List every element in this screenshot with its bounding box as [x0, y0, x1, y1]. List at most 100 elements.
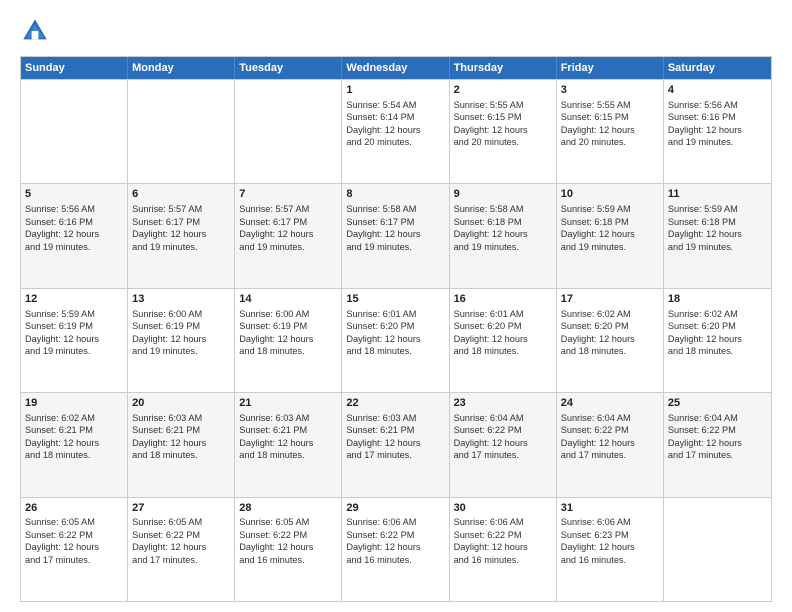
day-info-line: Sunset: 6:22 PM	[561, 424, 659, 436]
day-info-line: Sunset: 6:22 PM	[668, 424, 767, 436]
day-number: 5	[25, 187, 123, 202]
day-info-line: and 18 minutes.	[561, 345, 659, 357]
day-info-line: Sunrise: 6:02 AM	[25, 412, 123, 424]
day-info-line: Sunrise: 5:59 AM	[668, 203, 767, 215]
week-row-3: 19Sunrise: 6:02 AMSunset: 6:21 PMDayligh…	[21, 392, 771, 496]
day-info-line: Sunrise: 5:55 AM	[454, 99, 552, 111]
header-day-tuesday: Tuesday	[235, 57, 342, 79]
day-info-line: and 19 minutes.	[25, 241, 123, 253]
day-info-line: Sunrise: 6:03 AM	[346, 412, 444, 424]
day-info-line: Sunset: 6:15 PM	[454, 111, 552, 123]
day-info-line: and 16 minutes.	[346, 554, 444, 566]
cal-cell-29: 29Sunrise: 6:06 AMSunset: 6:22 PMDayligh…	[342, 498, 449, 601]
day-info-line: Sunset: 6:21 PM	[346, 424, 444, 436]
cal-cell-7: 7Sunrise: 5:57 AMSunset: 6:17 PMDaylight…	[235, 184, 342, 287]
cal-cell-1: 1Sunrise: 5:54 AMSunset: 6:14 PMDaylight…	[342, 80, 449, 183]
cal-cell-17: 17Sunrise: 6:02 AMSunset: 6:20 PMDayligh…	[557, 289, 664, 392]
day-info-line: and 17 minutes.	[132, 554, 230, 566]
day-number: 31	[561, 501, 659, 516]
day-info-line: Sunrise: 6:03 AM	[239, 412, 337, 424]
cal-cell-empty-0-1	[128, 80, 235, 183]
day-info-line: Sunset: 6:21 PM	[132, 424, 230, 436]
day-info-line: and 18 minutes.	[668, 345, 767, 357]
day-info-line: and 16 minutes.	[561, 554, 659, 566]
cal-cell-10: 10Sunrise: 5:59 AMSunset: 6:18 PMDayligh…	[557, 184, 664, 287]
day-info-line: Sunset: 6:20 PM	[454, 320, 552, 332]
day-number: 1	[346, 83, 444, 98]
day-info-line: Daylight: 12 hours	[346, 228, 444, 240]
day-info-line: and 18 minutes.	[25, 449, 123, 461]
day-info-line: Daylight: 12 hours	[25, 228, 123, 240]
cal-cell-31: 31Sunrise: 6:06 AMSunset: 6:23 PMDayligh…	[557, 498, 664, 601]
day-info-line: and 20 minutes.	[561, 136, 659, 148]
cal-cell-9: 9Sunrise: 5:58 AMSunset: 6:18 PMDaylight…	[450, 184, 557, 287]
day-info-line: and 17 minutes.	[454, 449, 552, 461]
day-info-line: Sunrise: 6:04 AM	[561, 412, 659, 424]
day-info-line: and 18 minutes.	[454, 345, 552, 357]
header-day-monday: Monday	[128, 57, 235, 79]
day-info-line: Daylight: 12 hours	[239, 333, 337, 345]
day-info-line: Sunset: 6:17 PM	[239, 216, 337, 228]
day-info-line: Daylight: 12 hours	[668, 437, 767, 449]
day-info-line: Daylight: 12 hours	[346, 124, 444, 136]
week-row-4: 26Sunrise: 6:05 AMSunset: 6:22 PMDayligh…	[21, 497, 771, 601]
cal-cell-15: 15Sunrise: 6:01 AMSunset: 6:20 PMDayligh…	[342, 289, 449, 392]
day-info-line: Sunset: 6:22 PM	[239, 529, 337, 541]
day-info-line: and 17 minutes.	[346, 449, 444, 461]
cal-cell-13: 13Sunrise: 6:00 AMSunset: 6:19 PMDayligh…	[128, 289, 235, 392]
day-info-line: Sunset: 6:22 PM	[454, 529, 552, 541]
day-info-line: Sunrise: 5:58 AM	[454, 203, 552, 215]
day-info-line: and 19 minutes.	[132, 345, 230, 357]
day-number: 20	[132, 396, 230, 411]
day-info-line: and 19 minutes.	[25, 345, 123, 357]
day-info-line: Daylight: 12 hours	[346, 333, 444, 345]
cal-cell-11: 11Sunrise: 5:59 AMSunset: 6:18 PMDayligh…	[664, 184, 771, 287]
day-info-line: Daylight: 12 hours	[239, 541, 337, 553]
day-info-line: Daylight: 12 hours	[561, 124, 659, 136]
header-day-thursday: Thursday	[450, 57, 557, 79]
cal-cell-empty-0-2	[235, 80, 342, 183]
day-info-line: and 19 minutes.	[239, 241, 337, 253]
day-info-line: Sunset: 6:22 PM	[132, 529, 230, 541]
day-info-line: Sunrise: 5:57 AM	[239, 203, 337, 215]
day-number: 11	[668, 187, 767, 202]
calendar-body: 1Sunrise: 5:54 AMSunset: 6:14 PMDaylight…	[21, 79, 771, 601]
calendar-header: SundayMondayTuesdayWednesdayThursdayFrid…	[21, 57, 771, 79]
cal-cell-19: 19Sunrise: 6:02 AMSunset: 6:21 PMDayligh…	[21, 393, 128, 496]
day-info-line: and 18 minutes.	[239, 449, 337, 461]
day-info-line: and 18 minutes.	[239, 345, 337, 357]
day-number: 21	[239, 396, 337, 411]
day-info-line: Sunrise: 5:58 AM	[346, 203, 444, 215]
day-info-line: Sunset: 6:20 PM	[668, 320, 767, 332]
cal-cell-30: 30Sunrise: 6:06 AMSunset: 6:22 PMDayligh…	[450, 498, 557, 601]
week-row-2: 12Sunrise: 5:59 AMSunset: 6:19 PMDayligh…	[21, 288, 771, 392]
header-day-wednesday: Wednesday	[342, 57, 449, 79]
day-info-line: and 19 minutes.	[346, 241, 444, 253]
day-info-line: and 17 minutes.	[25, 554, 123, 566]
day-info-line: Sunrise: 6:00 AM	[239, 308, 337, 320]
day-info-line: and 19 minutes.	[668, 241, 767, 253]
day-info-line: Sunset: 6:20 PM	[346, 320, 444, 332]
day-info-line: Sunrise: 6:02 AM	[561, 308, 659, 320]
day-info-line: Sunset: 6:20 PM	[561, 320, 659, 332]
cal-cell-22: 22Sunrise: 6:03 AMSunset: 6:21 PMDayligh…	[342, 393, 449, 496]
day-info-line: Sunset: 6:21 PM	[239, 424, 337, 436]
day-number: 9	[454, 187, 552, 202]
day-info-line: and 19 minutes.	[132, 241, 230, 253]
day-info-line: Sunrise: 6:05 AM	[239, 516, 337, 528]
day-info-line: Sunset: 6:16 PM	[25, 216, 123, 228]
day-info-line: Sunset: 6:19 PM	[25, 320, 123, 332]
day-info-line: Sunset: 6:22 PM	[454, 424, 552, 436]
day-info-line: Daylight: 12 hours	[454, 124, 552, 136]
cal-cell-20: 20Sunrise: 6:03 AMSunset: 6:21 PMDayligh…	[128, 393, 235, 496]
day-number: 17	[561, 292, 659, 307]
day-number: 3	[561, 83, 659, 98]
day-info-line: Sunrise: 6:04 AM	[454, 412, 552, 424]
day-info-line: Daylight: 12 hours	[668, 228, 767, 240]
logo-icon	[20, 16, 50, 46]
day-number: 30	[454, 501, 552, 516]
day-info-line: and 20 minutes.	[454, 136, 552, 148]
day-info-line: Daylight: 12 hours	[454, 437, 552, 449]
day-number: 13	[132, 292, 230, 307]
day-info-line: Sunset: 6:18 PM	[561, 216, 659, 228]
